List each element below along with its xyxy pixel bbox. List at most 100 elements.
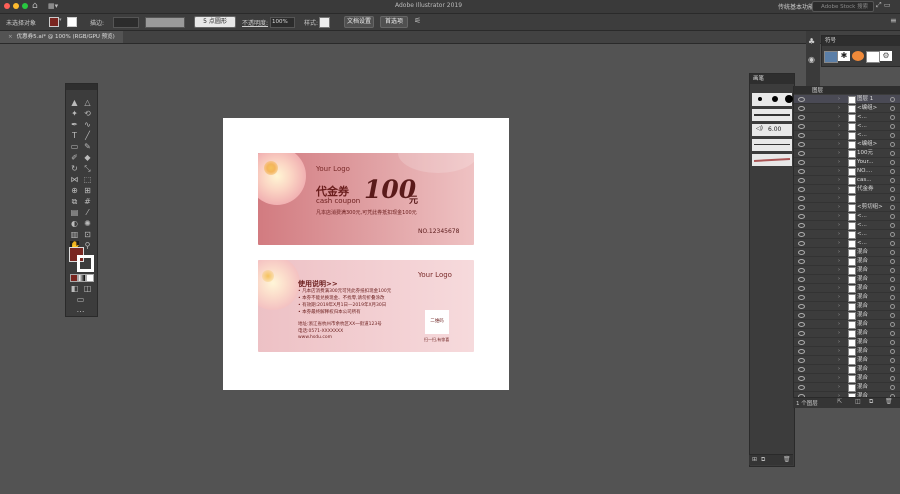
layer-row[interactable]: › 混合 <box>794 338 900 347</box>
target-circle-icon[interactable] <box>890 115 895 120</box>
layer-name[interactable]: <... <box>857 131 867 139</box>
symbol-sprayer-tool-icon[interactable]: ✺ <box>83 219 92 228</box>
arrange-documents-icon[interactable]: ▦▾ <box>48 2 58 10</box>
artboard[interactable]: Your Logo 代金券 cash coupon 100 元 凡本店消费满30… <box>223 118 509 390</box>
stroke-color-box[interactable] <box>77 255 94 272</box>
target-circle-icon[interactable] <box>890 286 895 291</box>
document-tab[interactable]: × 优惠券5.ai* @ 100% (RGB/GPU 预览) <box>0 31 123 43</box>
layer-name[interactable]: 混合 <box>857 374 868 382</box>
screen-mode-icon[interactable]: ▭ <box>76 295 85 304</box>
expand-arrow-icon[interactable]: › <box>838 248 840 256</box>
layer-row[interactable]: › <编组> <box>794 140 900 149</box>
layer-name[interactable]: 混合 <box>857 365 868 373</box>
target-circle-icon[interactable] <box>890 367 895 372</box>
layer-name[interactable]: 代金券 <box>857 185 874 193</box>
visibility-eye-icon[interactable] <box>798 178 805 183</box>
variable-width-profile[interactable] <box>145 17 185 28</box>
paintbrush-tool-icon[interactable]: ✎ <box>83 142 92 151</box>
visibility-eye-icon[interactable] <box>798 169 805 174</box>
expand-arrow-icon[interactable]: › <box>838 212 840 220</box>
expand-arrow-icon[interactable]: › <box>838 329 840 337</box>
perspective-grid-tool-icon[interactable]: ⧉ <box>70 197 79 206</box>
type-tool-icon[interactable]: T <box>70 131 79 140</box>
target-circle-icon[interactable] <box>890 232 895 237</box>
layer-name[interactable]: <剪切组> <box>857 203 883 211</box>
target-circle-icon[interactable] <box>890 259 895 264</box>
scale-tool-icon[interactable]: ⤡ <box>83 164 92 173</box>
width-tool-icon[interactable]: ⋈ <box>70 175 79 184</box>
stroke-color-swatch[interactable] <box>67 17 77 27</box>
document-setup-button[interactable]: 文档设置 <box>344 16 374 28</box>
layer-row[interactable]: › <... <box>794 113 900 122</box>
layer-row[interactable]: › 混合 <box>794 374 900 383</box>
zoom-window-button[interactable] <box>22 3 28 9</box>
layer-row[interactable]: › 混合 <box>794 284 900 293</box>
expand-arrow-icon[interactable]: › <box>838 257 840 265</box>
target-circle-icon[interactable] <box>890 250 895 255</box>
new-layer-icon[interactable]: ⧉ <box>869 398 873 406</box>
brush-stroke[interactable] <box>752 154 792 166</box>
expand-arrow-icon[interactable]: › <box>838 230 840 238</box>
visibility-eye-icon[interactable] <box>798 385 805 390</box>
layer-name[interactable]: <... <box>857 122 867 130</box>
visibility-eye-icon[interactable] <box>798 376 805 381</box>
layer-row[interactable]: › <编组> <box>794 104 900 113</box>
visibility-eye-icon[interactable] <box>798 340 805 345</box>
none-mode-button[interactable] <box>86 274 94 282</box>
new-brush-icon[interactable]: ⧉ <box>761 456 765 464</box>
visibility-eye-icon[interactable] <box>798 223 805 228</box>
visibility-eye-icon[interactable] <box>798 259 805 264</box>
expand-arrow-icon[interactable]: › <box>838 149 840 157</box>
expand-arrow-icon[interactable]: › <box>838 104 840 112</box>
shape-builder-tool-icon[interactable]: ⊕ <box>70 186 79 195</box>
minimize-window-button[interactable] <box>13 3 19 9</box>
free-transform-tool-icon[interactable]: ⬚ <box>83 175 92 184</box>
layer-row[interactable]: › <... <box>794 230 900 239</box>
target-circle-icon[interactable] <box>890 178 895 183</box>
target-circle-icon[interactable] <box>890 376 895 381</box>
magic-wand-tool-icon[interactable]: ✦ <box>70 109 79 118</box>
arrange-icon[interactable]: ⚟ <box>414 16 421 25</box>
layer-name[interactable]: 混合 <box>857 257 868 265</box>
target-circle-icon[interactable] <box>890 133 895 138</box>
layer-name[interactable]: <... <box>857 239 867 247</box>
layer-row[interactable]: › Your... <box>794 158 900 167</box>
layer-row[interactable]: › 代金券 <box>794 185 900 194</box>
target-circle-icon[interactable] <box>890 385 895 390</box>
target-circle-icon[interactable] <box>890 106 895 111</box>
layer-row[interactable]: › <box>794 194 900 203</box>
layer-row[interactable]: › 混合 <box>794 329 900 338</box>
coupon-back[interactable]: 使用说明>> Your Logo • 凡本店消费满300元可凭此券抵扣现金100… <box>258 260 474 352</box>
layer-name[interactable]: 混合 <box>857 356 868 364</box>
live-paint-tool-icon[interactable]: ⊞ <box>83 186 92 195</box>
layer-row[interactable]: › 混合 <box>794 365 900 374</box>
layer-row[interactable]: › 混合 <box>794 248 900 257</box>
symbol-swatch[interactable]: ✱ <box>838 51 850 61</box>
expand-arrow-icon[interactable]: › <box>838 122 840 130</box>
symbols-panel-title[interactable]: 符号 <box>825 38 836 44</box>
target-circle-icon[interactable] <box>890 169 895 174</box>
expand-arrow-icon[interactable]: › <box>838 383 840 391</box>
brush-dot[interactable] <box>785 95 793 103</box>
visibility-eye-icon[interactable] <box>798 115 805 120</box>
close-tab-icon[interactable]: × <box>8 34 13 40</box>
brush-size-value[interactable]: 6.00 <box>768 126 781 133</box>
visibility-eye-icon[interactable] <box>798 250 805 255</box>
visibility-eye-icon[interactable] <box>798 304 805 309</box>
direct-selection-tool-icon[interactable]: △ <box>83 98 92 107</box>
target-circle-icon[interactable] <box>890 160 895 165</box>
layer-row[interactable]: › <... <box>794 239 900 248</box>
zoom-tool-icon[interactable]: ⚲ <box>83 241 92 250</box>
brush-dot[interactable] <box>758 97 762 101</box>
brush-dot[interactable] <box>772 96 778 102</box>
brush-definition-dropdown[interactable]: 5 点圆形 <box>194 16 236 28</box>
mesh-tool-icon[interactable]: # <box>83 197 92 206</box>
expand-arrow-icon[interactable]: › <box>838 176 840 184</box>
layer-name[interactable]: 图层 1 <box>857 95 873 103</box>
brush-library-row[interactable] <box>752 93 793 106</box>
layer-name[interactable]: <... <box>857 113 867 121</box>
blend-tool-icon[interactable]: ◐ <box>70 219 79 228</box>
visibility-eye-icon[interactable] <box>798 331 805 336</box>
target-circle-icon[interactable] <box>890 196 895 201</box>
shaper-tool-icon[interactable]: ✐ <box>70 153 79 162</box>
